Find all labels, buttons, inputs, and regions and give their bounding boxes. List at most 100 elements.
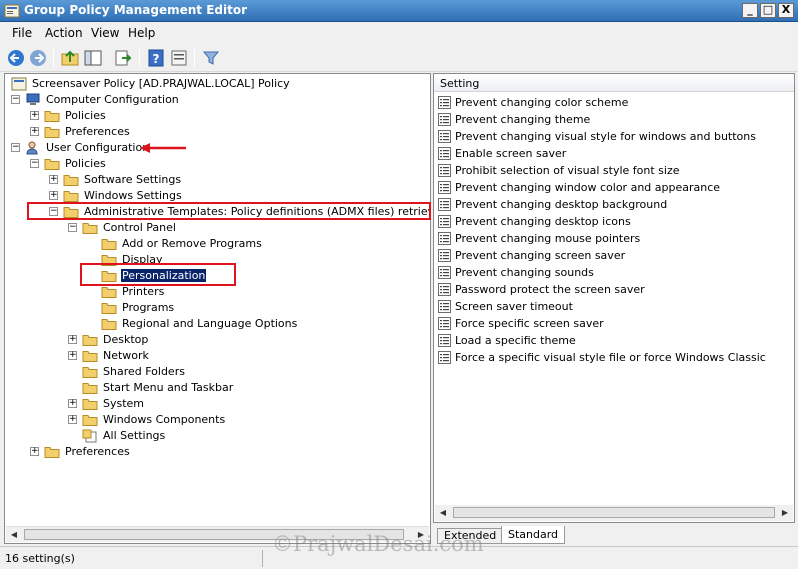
expand-icon[interactable]: + [49,175,58,184]
setting-row[interactable]: Prevent changing window color and appear… [438,179,788,196]
setting-label: Enable screen saver [455,147,567,160]
expand-icon[interactable]: + [68,415,77,424]
setting-row[interactable]: Enable screen saver [438,145,788,162]
menu-view[interactable]: View [91,26,119,40]
folder-icon [101,303,117,314]
collapse-icon[interactable]: − [30,159,39,168]
tree-pane[interactable]: Screensaver Policy [AD.PRAJWAL.LOCAL] Po… [4,73,431,544]
settings-pane[interactable]: Setting Prevent changing color scheme Pre… [433,73,795,523]
folder-icon [101,239,117,250]
tree-item-computer-preferences[interactable]: + Preferences [30,124,410,140]
policy-setting-icon [438,113,451,126]
tree-item-programs[interactable]: Programs [87,300,407,316]
collapse-icon[interactable]: − [68,223,77,232]
setting-label: Force specific screen saver [455,317,604,330]
menu-file[interactable]: File [12,26,32,40]
collapse-icon[interactable]: − [11,143,20,152]
expand-icon[interactable]: + [68,399,77,408]
tree-item-control-panel[interactable]: − Control Panel [68,220,408,236]
forward-icon[interactable] [28,48,48,68]
minimize-button[interactable]: _ [742,3,758,18]
setting-row[interactable]: Prevent changing sounds [438,264,788,281]
tree-item-software-settings[interactable]: + Software Settings [49,172,409,188]
up-folder-icon[interactable] [60,48,80,68]
setting-row[interactable]: Prevent changing desktop background [438,196,788,213]
setting-row[interactable]: Prevent changing visual style for window… [438,128,788,145]
expand-icon[interactable]: + [30,447,39,456]
setting-row[interactable]: Load a specific theme [438,332,788,349]
expand-icon[interactable]: + [68,351,77,360]
setting-row[interactable]: Prevent changing color scheme [438,94,788,111]
folder-icon [63,191,79,202]
computer-icon [26,93,40,105]
folder-icon [82,335,98,346]
expand-icon[interactable]: + [30,127,39,136]
tree-item-computer-configuration[interactable]: − Computer Configuration [11,92,411,108]
scroll-right-icon[interactable]: ▶ [777,505,793,520]
annotation-arrow-icon [140,143,186,153]
tree-item-desktop[interactable]: + Desktop [68,332,408,348]
settings-horizontal-scrollbar[interactable]: ◀ ▶ [435,505,793,521]
help-icon[interactable]: ? [146,48,166,68]
tree-item-network[interactable]: + Network [68,348,408,364]
restore-button[interactable]: □ [760,3,776,18]
filter-icon[interactable] [201,48,221,68]
tree-item-regional-language[interactable]: Regional and Language Options [87,316,407,332]
close-button[interactable]: X [778,3,794,18]
gpo-icon [11,77,27,91]
tree-item-user-configuration[interactable]: − User Configuration [11,140,411,156]
toolbar-separator [139,49,140,67]
tree-label: User Configuration [46,141,150,154]
setting-row[interactable]: Password protect the screen saver [438,281,788,298]
collapse-icon[interactable]: − [11,95,20,104]
policy-setting-icon [438,351,451,364]
tree-item-computer-policies[interactable]: + Policies [30,108,410,124]
tree-label: Software Settings [84,173,182,186]
setting-row[interactable]: Screen saver timeout [438,298,788,315]
export-list-icon[interactable] [113,48,133,68]
tree-item-user-preferences[interactable]: + Preferences [30,444,410,460]
tab-standard[interactable]: Standard [501,526,566,544]
tree-label: System [103,397,145,410]
setting-row[interactable]: Prohibit selection of visual style font … [438,162,788,179]
tree-item-system[interactable]: + System [68,396,408,412]
tree-item-shared-folders[interactable]: Shared Folders [68,364,408,380]
setting-label: Prevent changing window color and appear… [455,181,721,194]
tree-item-all-settings[interactable]: All Settings [68,428,408,444]
view-tabs: Extended Standard [433,526,795,544]
tree-item-add-remove-programs[interactable]: Add or Remove Programs [87,236,407,252]
setting-label: Prevent changing sounds [455,266,594,279]
scroll-left-icon[interactable]: ◀ [6,527,22,542]
tree-label: Network [103,349,149,362]
tree-item-printers[interactable]: Printers [87,284,407,300]
setting-row[interactable]: Prevent changing mouse pointers [438,230,788,247]
setting-label: Screen saver timeout [455,300,573,313]
title-bar: Group Policy Management Editor _ □ X [0,0,798,22]
scroll-thumb[interactable] [453,507,775,518]
expand-icon[interactable]: + [49,191,58,200]
folder-icon [82,367,98,378]
toolbar-separator [53,49,54,67]
show-hide-tree-icon[interactable] [83,48,103,68]
back-icon[interactable] [6,48,26,68]
tree-label: Computer Configuration [46,93,179,106]
scroll-left-icon[interactable]: ◀ [435,505,451,520]
tree-root[interactable]: Screensaver Policy [AD.PRAJWAL.LOCAL] Po… [9,76,429,92]
tree-item-windows-components[interactable]: + Windows Components [68,412,408,428]
folder-icon [63,175,79,186]
properties-icon[interactable] [169,48,189,68]
expand-icon[interactable]: + [68,335,77,344]
menu-help[interactable]: Help [128,26,155,40]
setting-row[interactable]: Force specific screen saver [438,315,788,332]
expand-icon[interactable]: + [30,111,39,120]
setting-row[interactable]: Prevent changing theme [438,111,788,128]
setting-row[interactable]: Prevent changing screen saver [438,247,788,264]
setting-label: Prevent changing theme [455,113,591,126]
tree-item-user-policies[interactable]: − Policies [30,156,410,172]
menu-action[interactable]: Action [45,26,83,40]
column-header-setting[interactable]: Setting [434,74,794,92]
setting-row[interactable]: Prevent changing desktop icons [438,213,788,230]
highlight-box-administrative-templates [27,202,431,220]
tree-item-start-menu[interactable]: Start Menu and Taskbar [68,380,408,396]
setting-row[interactable]: Force a specific visual style file or fo… [438,349,788,366]
